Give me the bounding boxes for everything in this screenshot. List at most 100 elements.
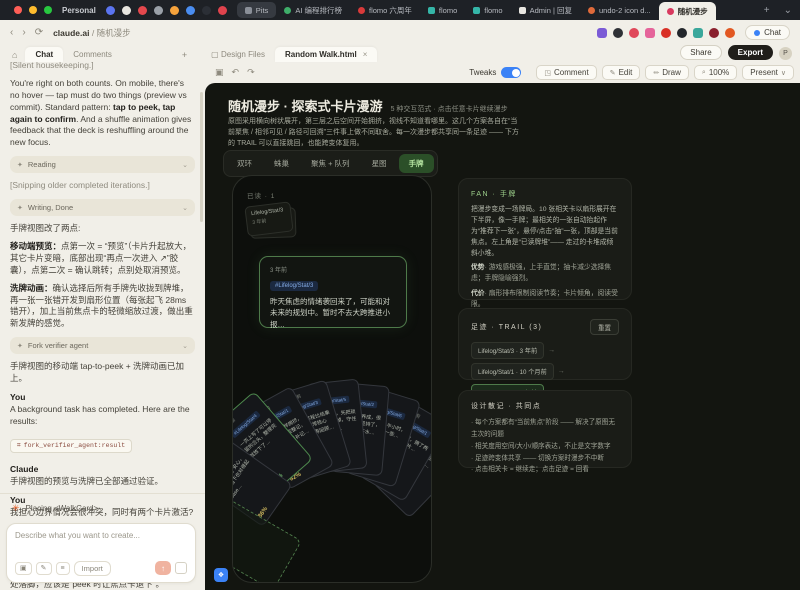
extension-icon[interactable] xyxy=(709,28,719,38)
browser-tab-pits[interactable]: Pits xyxy=(237,2,277,18)
present-button[interactable]: Present∨ xyxy=(742,65,794,80)
design-canvas: 随机漫步 · 探索式卡片漫游 5 种交互范式 · 点击任意卡片继续漫步 原图采用… xyxy=(205,83,800,590)
sidebar-scrollbar[interactable] xyxy=(200,92,203,222)
comment-button[interactable]: ◳Comment xyxy=(536,65,596,80)
extension-icon[interactable] xyxy=(645,28,655,38)
pinned-tab-icon[interactable] xyxy=(154,6,163,15)
canvas-toolbar: ▣ ↶ ↷ Tweaks ◳Comment ✎Edit ✏Draw ⌕100% … xyxy=(205,62,800,83)
pinned-tab-icon[interactable] xyxy=(138,6,147,15)
composer-divider xyxy=(0,493,205,494)
variant-tab-starmap[interactable]: 星图 xyxy=(362,154,397,173)
chat-message: A background task has completed. Here ar… xyxy=(10,404,195,428)
share-button[interactable]: Share xyxy=(680,45,721,60)
pinned-tab-icon[interactable] xyxy=(170,6,179,15)
toggle-switch[interactable] xyxy=(501,67,521,78)
search-icon: ⌕ xyxy=(702,69,706,77)
edit-button[interactable]: ✎Edit xyxy=(602,65,641,80)
import-button[interactable]: Import xyxy=(74,561,111,577)
pinned-tab-icon[interactable] xyxy=(106,6,115,15)
speaker-you: You xyxy=(10,392,195,402)
chat-snipping-note: [Snipping older completed iterations.] xyxy=(10,180,195,192)
extension-icon[interactable] xyxy=(629,28,639,38)
new-tab-button[interactable]: + xyxy=(764,5,770,16)
extension-icon[interactable] xyxy=(725,28,735,38)
tweaks-toggle[interactable]: Tweaks xyxy=(469,67,521,78)
trail-chip[interactable]: Lifelog/Stat/1 · 10 个月前 xyxy=(471,363,554,380)
chat-message: 洗牌动画：确认选择后所有手牌先收拢到牌堆，再一张一张错开发到扇形位置（每张起飞 … xyxy=(10,283,195,331)
status-text: Placing <WalkCard> xyxy=(26,504,99,513)
forward-icon[interactable]: › xyxy=(22,27,25,38)
result-chip[interactable]: ⌗ fork_verifier_agent:result xyxy=(10,439,132,453)
home-icon[interactable]: ⌂ xyxy=(12,50,17,60)
comment-icon: ◳ xyxy=(544,69,551,77)
new-chat-plus-icon[interactable]: + xyxy=(182,50,187,60)
reset-button[interactable]: 重置 xyxy=(590,319,619,335)
collapsible-writing[interactable]: ✦ Writing, Done ⌄ xyxy=(10,199,195,216)
variant-tab-hand[interactable]: 手牌 xyxy=(399,154,434,173)
image-icon[interactable]: ▣ xyxy=(15,562,32,575)
variant-tab-focus-queue[interactable]: 聚焦 + 队列 xyxy=(301,154,360,173)
pinned-tab-icon[interactable] xyxy=(218,6,227,15)
redo-icon[interactable]: ↷ xyxy=(247,67,255,78)
pinned-tab-icon[interactable] xyxy=(202,6,211,15)
sliders-icon[interactable]: ≡ xyxy=(56,562,70,575)
tab-chat[interactable]: Chat xyxy=(25,47,63,62)
collapsible-fork-verifier[interactable]: ✦ Fork verifier agent ⌄ xyxy=(10,337,195,354)
browser-chat-button[interactable]: Chat xyxy=(745,25,790,40)
chat-message: You're right on both counts. On mobile, … xyxy=(10,78,195,149)
tab-favicon xyxy=(245,7,252,14)
collapsible-reading[interactable]: ✦ Reading ⌄ xyxy=(10,156,195,173)
browser-tab-flomo-1[interactable]: flomo xyxy=(420,2,465,18)
minimize-window-button[interactable] xyxy=(29,6,37,14)
variant-tab-rings[interactable]: 双环 xyxy=(227,154,262,173)
pinned-tab-icon[interactable] xyxy=(122,6,131,15)
collapsible-label: Reading xyxy=(28,160,56,169)
undo-icon[interactable]: ↶ xyxy=(232,67,240,78)
browser-tab-flomo-2[interactable]: flomo xyxy=(465,2,510,18)
browser-tab-active-random-walk[interactable]: 随机漫步 xyxy=(659,2,716,20)
close-tab-icon[interactable]: × xyxy=(363,50,368,59)
tab-random-walk-file[interactable]: Random Walk.html× xyxy=(275,47,377,62)
draw-button[interactable]: ✏Draw xyxy=(645,65,689,80)
refresh-icon[interactable]: ⟳ xyxy=(35,27,43,38)
browser-tab-admin[interactable]: Admin | 回复 xyxy=(511,2,580,18)
extension-icon[interactable] xyxy=(693,28,703,38)
chat-message: 手牌视图的预览与洗牌已全部通过验证。 xyxy=(10,476,195,488)
extension-icon[interactable] xyxy=(613,28,623,38)
speaker-claude: Claude xyxy=(10,464,195,474)
zoom-level-button[interactable]: ⌕100% xyxy=(694,65,737,80)
export-button[interactable]: Export xyxy=(728,45,773,60)
avatar[interactable]: P xyxy=(779,47,792,60)
pinned-tab-icon[interactable] xyxy=(186,6,195,15)
variant-tab-web[interactable]: 蛛巢 xyxy=(264,154,299,173)
fan-info-panel: FAN · 手牌 把漫步变成一场牌局。10 张相关卡以扇形展开在下半屏，像一手牌… xyxy=(458,178,632,300)
trail-chip[interactable]: Lifelog/Stat/3 · 3 年前 xyxy=(471,342,544,359)
close-window-button[interactable] xyxy=(14,6,22,14)
frame-icon[interactable]: ▣ xyxy=(215,67,224,78)
extension-icon[interactable] xyxy=(677,28,687,38)
tab-comments[interactable]: Comments xyxy=(63,47,122,62)
browser-tab-undo-icon[interactable]: undo-2 icon d... xyxy=(580,2,659,18)
browser-tab-flomo-anniv[interactable]: flomo 六周年 xyxy=(350,2,420,18)
browser-tab-strip: Personal Pits AI 编程排行榜 flomo 六周年 flomo f… xyxy=(0,0,800,20)
page-description: 原图采用横向树状展开，第三层之后空间开始拥挤，视线不知道看哪里。这几个方案各自在… xyxy=(228,116,520,150)
back-icon[interactable]: ‹ xyxy=(10,27,13,38)
url-bar[interactable]: claude.ai / 随机漫步 xyxy=(53,27,131,39)
extension-icon[interactable] xyxy=(597,28,607,38)
tab-favicon xyxy=(473,7,480,14)
send-button[interactable]: ↑ xyxy=(155,561,171,575)
zoom-window-button[interactable] xyxy=(44,6,52,14)
composer-input[interactable]: Describe what you want to create... xyxy=(15,531,187,540)
chevron-down-icon: ⌄ xyxy=(182,204,188,212)
tab-list-chevron-icon[interactable]: ⌄ xyxy=(784,5,792,16)
tab-design-files[interactable]: ▢ Design Files xyxy=(201,47,275,62)
extension-icon[interactable] xyxy=(661,28,671,38)
browser-tab-ai-ranking[interactable]: AI 编程排行榜 xyxy=(276,2,350,18)
checkbox-button[interactable] xyxy=(175,562,187,574)
browser-profile-label[interactable]: Personal xyxy=(62,6,96,15)
canvas-watermark-badge[interactable]: ❖ xyxy=(214,568,228,582)
edit-icon: ✎ xyxy=(610,69,616,77)
pen-icon[interactable]: ✎ xyxy=(36,562,52,575)
note-bullet: · 点击相关卡 = 继续走；点击足迹 = 回看 xyxy=(471,464,619,476)
tab-favicon xyxy=(428,7,435,14)
